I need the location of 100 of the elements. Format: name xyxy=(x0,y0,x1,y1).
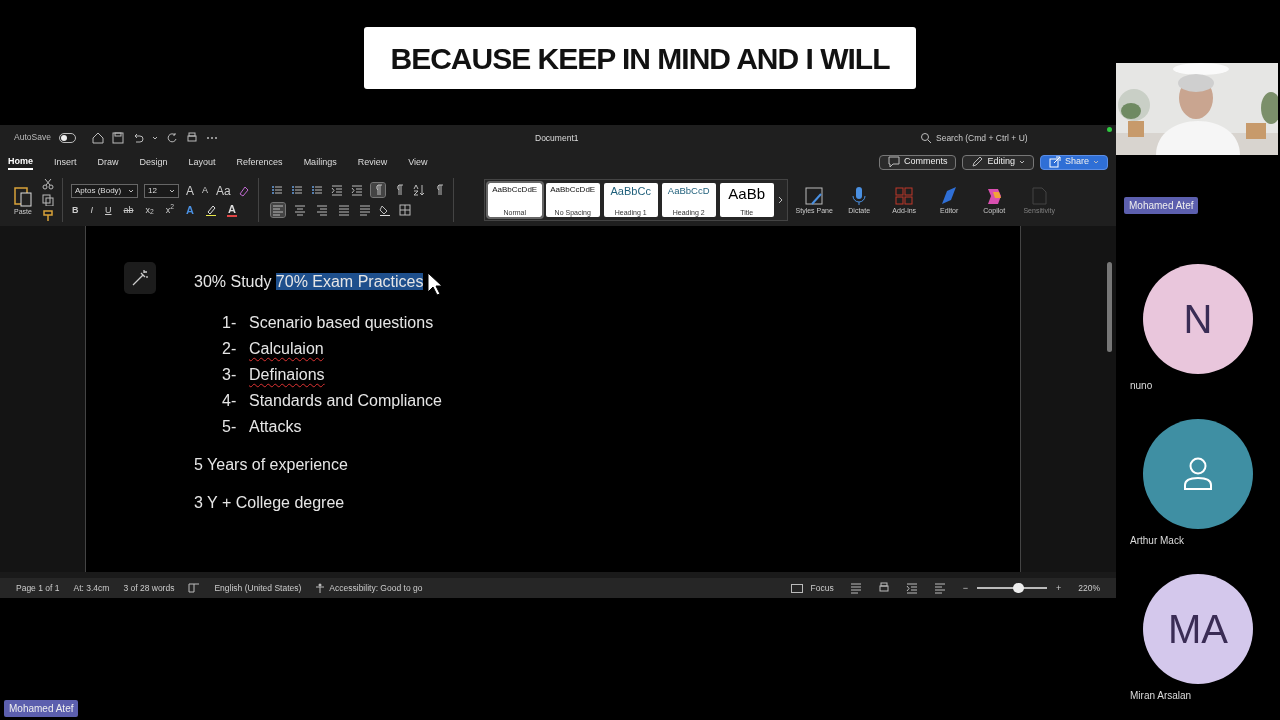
strikethrough-button[interactable]: ab xyxy=(122,205,135,215)
window-title: Document1 xyxy=(535,132,579,145)
ribbon-tab[interactable]: View xyxy=(408,154,428,170)
change-case-button[interactable]: Aa xyxy=(215,184,232,197)
justify-button[interactable] xyxy=(336,203,351,217)
borders-icon[interactable] xyxy=(398,204,411,216)
increase-indent-icon[interactable] xyxy=(350,184,363,196)
list-number: 4- xyxy=(222,391,238,411)
document-text: 30% Study 70% Exam Practices xyxy=(194,272,424,292)
wand-icon xyxy=(131,269,149,287)
participant-name: nuno xyxy=(1130,379,1154,393)
font-size-field[interactable]: 12 xyxy=(144,183,179,198)
align-center-button[interactable] xyxy=(292,203,307,217)
ribbon-tab[interactable]: Insert xyxy=(54,154,77,170)
clipboard-icon xyxy=(13,184,33,207)
font-name-field[interactable]: Aptos (Body) xyxy=(71,183,138,198)
ribbon-tab[interactable]: Home xyxy=(8,153,33,171)
decrease-indent-icon[interactable] xyxy=(330,184,343,196)
accessibility-icon xyxy=(315,583,326,593)
accessibility-status[interactable]: Accessibility: Good to go xyxy=(315,581,423,595)
cut-icon[interactable] xyxy=(42,178,54,190)
align-left-icon xyxy=(271,204,284,216)
list-number: 5- xyxy=(222,417,238,437)
focus-icon xyxy=(790,583,803,593)
participant-name: Miran Arsalan xyxy=(1130,689,1193,703)
list-item-text: Attacks xyxy=(249,417,302,437)
grow-font-button[interactable]: A xyxy=(185,184,195,197)
list-number: 2- xyxy=(222,339,238,359)
ribbon-tab[interactable]: Layout xyxy=(188,154,216,170)
shrink-font-button[interactable]: A xyxy=(201,186,210,195)
language-status[interactable]: English (United States) xyxy=(214,581,302,595)
zoom-in-button[interactable]: + xyxy=(1055,583,1063,593)
underline-button[interactable]: U xyxy=(104,205,113,215)
ribbon-tab[interactable]: Draw xyxy=(97,154,119,170)
highlighter-icon[interactable] xyxy=(205,204,217,216)
caret-icon xyxy=(1018,159,1025,165)
zoom-level: 220% xyxy=(1078,581,1100,595)
align-left-button[interactable] xyxy=(270,203,285,217)
text-effects-button[interactable]: A xyxy=(185,204,195,216)
document-text: 3 Y + College degree xyxy=(194,493,345,513)
ribbon-tab[interactable]: Review xyxy=(357,154,388,170)
search-field[interactable]: Search (Cmd + Ctrl + U) xyxy=(920,132,1028,145)
list-item-text: Definaions xyxy=(249,365,325,385)
slider-thumb[interactable] xyxy=(1013,583,1025,593)
draft-icon[interactable] xyxy=(933,582,946,594)
ribbon-tab[interactable]: Mailings xyxy=(303,154,337,170)
print-icon[interactable] xyxy=(185,131,198,144)
redo-icon[interactable] xyxy=(165,131,178,144)
list-number: 1- xyxy=(222,313,238,333)
print-layout-icon[interactable] xyxy=(849,582,862,594)
show-marks-button[interactable] xyxy=(370,183,385,197)
name-tag: Mohamed Atef xyxy=(4,700,79,717)
scrollbar-thumb[interactable] xyxy=(1107,262,1112,352)
bold-button[interactable]: B xyxy=(71,205,80,215)
justify-icon xyxy=(337,204,350,216)
subscript-button[interactable]: x$_{2}$ xyxy=(144,205,155,215)
list-item-text: Standards and Compliance xyxy=(249,391,442,411)
numbering-icon[interactable] xyxy=(290,184,303,196)
avatar: MA xyxy=(1143,574,1253,684)
status-text: Page 1 of 1 xyxy=(16,581,60,595)
status-dot-icon xyxy=(1107,127,1112,132)
italic-button[interactable]: I xyxy=(89,205,94,215)
save-icon[interactable] xyxy=(111,131,124,144)
editing-button[interactable]: Editing xyxy=(962,154,1034,170)
superscript-button[interactable]: x$^{2}$ xyxy=(164,205,176,215)
copy-icon[interactable] xyxy=(42,194,54,206)
document-icon xyxy=(1029,185,1050,206)
align-right-button[interactable] xyxy=(314,203,329,217)
bullets-icon[interactable] xyxy=(270,184,283,196)
share-button[interactable]: Share xyxy=(1039,154,1108,170)
ribbon-tab[interactable]: References xyxy=(236,154,283,170)
format-painter-icon[interactable] xyxy=(42,210,54,222)
caret-icon xyxy=(128,187,134,194)
participant-name: Arthur Mack xyxy=(1130,534,1185,548)
zoom-out-button[interactable]: − xyxy=(961,583,969,593)
caret-icon[interactable] xyxy=(151,134,158,141)
list-number: 3- xyxy=(222,365,238,385)
comments-button[interactable]: Comments xyxy=(878,154,957,170)
status-text: 3 of 28 words xyxy=(123,581,175,595)
line-spacing-icon[interactable] xyxy=(358,204,371,216)
chevron-right-icon[interactable] xyxy=(777,196,784,204)
caret-icon xyxy=(1093,159,1099,165)
shading-icon[interactable] xyxy=(378,204,391,216)
comment-icon xyxy=(887,156,900,168)
share-icon xyxy=(1048,156,1061,168)
rewrite-button[interactable] xyxy=(124,262,156,294)
caret-icon xyxy=(169,187,175,194)
avatar: N xyxy=(1143,264,1253,374)
home-icon[interactable] xyxy=(91,131,104,144)
name-tag: Mohamed Atef xyxy=(1124,197,1199,214)
multilevel-list-icon[interactable] xyxy=(310,184,323,196)
mouse-pointer-icon xyxy=(427,272,444,296)
list-item-text: Scenario based questions xyxy=(249,313,434,333)
font-color-button[interactable]: A xyxy=(227,203,237,217)
ribbon-tab[interactable]: Design xyxy=(139,154,168,170)
clear-formatting-icon[interactable] xyxy=(237,184,250,197)
focus-button[interactable]: Focus xyxy=(790,581,834,595)
grid-icon xyxy=(894,185,915,206)
outline-icon[interactable] xyxy=(905,582,918,594)
sort-icon[interactable] xyxy=(412,184,425,196)
